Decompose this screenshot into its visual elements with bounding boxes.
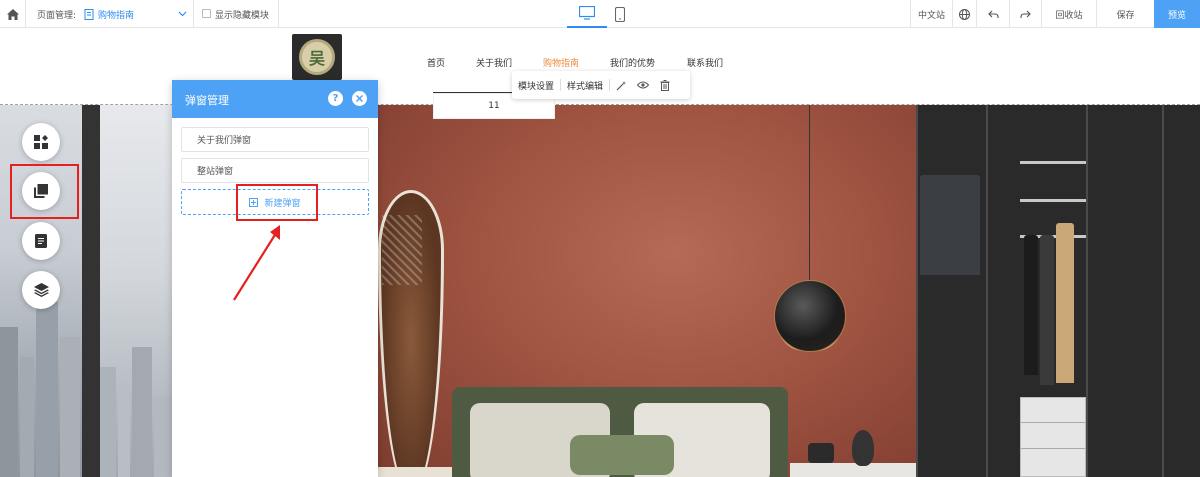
page-manage-label: 页面管理: [37, 11, 77, 21]
camera-decor [808, 443, 834, 463]
nav-item-about[interactable]: 关于我们 [476, 56, 512, 69]
panel-header: 弹窗管理 ? [172, 80, 378, 118]
modules-icon [34, 135, 48, 149]
clothing [1056, 223, 1074, 383]
surfboard-pattern [382, 215, 422, 285]
magic-wand-button[interactable] [610, 71, 632, 99]
style-edit-button[interactable]: 样式编辑 [561, 79, 609, 92]
lamp-cord [809, 105, 810, 283]
globe-icon [959, 8, 970, 20]
undo-icon [987, 10, 999, 18]
help-button[interactable]: ? [328, 91, 343, 106]
vase-decor [852, 430, 874, 466]
top-toolbar: 页面管理: 购物指南 显示隐藏模块 中文站 回收站 保存 预览 [0, 0, 1200, 28]
mobile-icon [615, 6, 625, 22]
logo-char: 吴 [308, 49, 325, 68]
pendant-lamp [774, 280, 846, 352]
toolbar-divider [193, 0, 194, 28]
window-scene-right [100, 105, 172, 477]
redo-icon [1020, 10, 1031, 18]
language-label[interactable]: 中文站 [910, 0, 952, 28]
layers-icon [33, 283, 49, 297]
pillow-green [570, 435, 674, 475]
panel-title: 弹窗管理 [185, 94, 229, 107]
mobile-view-button[interactable] [600, 0, 640, 28]
module-toolbar: 模块设置 样式编辑 [512, 71, 690, 99]
logo-plate: 吴 [299, 39, 335, 75]
close-button[interactable] [352, 91, 367, 106]
chevron-down-icon [178, 11, 187, 17]
show-hidden-checkbox[interactable] [202, 9, 211, 18]
drawer [1020, 397, 1086, 477]
highlight-box [236, 184, 318, 221]
desktop-icon [579, 6, 595, 20]
wardrobe-panel [986, 105, 988, 477]
current-page-label: 购物指南 [98, 10, 135, 21]
annotation-arrow [233, 225, 280, 301]
module-settings-button[interactable]: 模块设置 [512, 79, 560, 92]
wardrobe-panel [1086, 105, 1088, 477]
nav-item-home[interactable]: 首页 [427, 56, 445, 69]
page-manage-button[interactable] [22, 222, 60, 260]
toolbar-divider [278, 0, 279, 28]
undo-button[interactable] [976, 0, 1009, 28]
close-icon [356, 95, 363, 102]
wardrobe-panel [916, 105, 918, 477]
glass-reflection [920, 175, 980, 275]
add-module-button[interactable] [22, 123, 60, 161]
layers-button[interactable] [22, 271, 60, 309]
nav-item-shopping-guide[interactable]: 购物指南 [543, 56, 579, 69]
home-icon [6, 8, 19, 20]
save-button[interactable]: 保存 [1096, 0, 1154, 28]
nav-item-advantages[interactable]: 我们的优势 [610, 56, 655, 69]
shelf [1020, 199, 1086, 202]
page-icon [84, 8, 94, 20]
trash-icon [660, 79, 670, 91]
eye-icon [637, 81, 650, 89]
redo-button[interactable] [1009, 0, 1041, 28]
document-icon [35, 234, 47, 248]
window-frame [82, 105, 100, 477]
visibility-button[interactable] [632, 71, 654, 99]
site-logo[interactable]: 吴 [292, 34, 342, 80]
clothing [1024, 235, 1038, 375]
delete-button[interactable] [654, 71, 676, 99]
popup-item-about[interactable]: 关于我们弹窗 [181, 127, 369, 152]
site-nav: 首页 关于我们 购物指南 我们的优势 联系我们 [412, 30, 980, 93]
nightstand [790, 463, 920, 477]
home-button[interactable] [0, 0, 26, 28]
floor [378, 467, 458, 477]
page-select[interactable]: 购物指南 [84, 6, 189, 22]
show-hidden-label: 显示隐藏模块 [215, 11, 270, 21]
preview-button[interactable]: 预览 [1154, 0, 1200, 28]
clothing [1040, 235, 1054, 385]
wardrobe-panel [1162, 105, 1164, 477]
nav-item-contact[interactable]: 联系我们 [687, 56, 723, 69]
magic-wand-icon [616, 80, 626, 90]
highlight-box [10, 164, 79, 219]
language-switch-button[interactable] [952, 0, 976, 28]
recycle-bin-button[interactable]: 回收站 [1041, 0, 1096, 28]
shelf [1020, 161, 1086, 164]
popup-item-site[interactable]: 整站弹窗 [181, 158, 369, 183]
